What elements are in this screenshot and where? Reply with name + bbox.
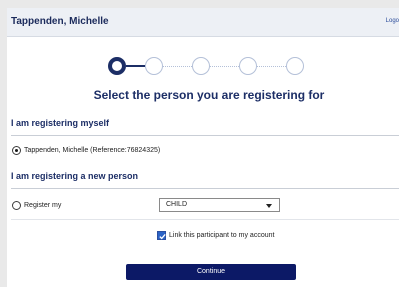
self-section-divider: [11, 135, 399, 136]
relation-select-value: CHILD: [166, 201, 188, 208]
step-3-circle: [192, 57, 210, 75]
new-section-divider: [11, 188, 399, 189]
logout-link[interactable]: Logo: [386, 18, 399, 24]
register-my-label: Register my: [24, 202, 62, 209]
progress-steps: [108, 55, 313, 77]
new-section-title: I am registering a new person: [11, 171, 139, 181]
register-my-radio[interactable]: [12, 201, 21, 210]
step-1-circle: [108, 57, 126, 75]
link-account-label: Link this participant to my account: [169, 232, 275, 239]
row-divider: [11, 219, 399, 220]
step-connector-2: [163, 66, 192, 67]
link-account-checkbox[interactable]: [157, 231, 166, 240]
header-bar: Tappenden, Michelle Logo: [7, 8, 399, 37]
checkmark-icon: [159, 233, 166, 240]
registration-panel: Tappenden, Michelle Logo Select the pers…: [7, 8, 399, 287]
step-2-circle: [145, 57, 163, 75]
self-option-label: Tappenden, Michelle (Reference:76824325): [24, 147, 161, 154]
account-name: Tappenden, Michelle: [11, 16, 109, 27]
self-radio-dot: [15, 149, 18, 152]
step-connector-4: [257, 66, 286, 67]
chevron-down-icon: [266, 204, 272, 208]
continue-button-label: Continue: [196, 268, 226, 275]
self-section-title: I am registering myself: [11, 118, 110, 128]
step-connector-3: [210, 66, 239, 67]
continue-button[interactable]: Continue: [126, 264, 296, 280]
step-connector-1: [126, 65, 145, 67]
page-title: Select the person you are registering fo…: [93, 88, 325, 102]
self-radio[interactable]: [12, 146, 21, 155]
step-5-circle: [286, 57, 304, 75]
relation-select[interactable]: CHILD: [159, 198, 280, 212]
step-4-circle: [239, 57, 257, 75]
